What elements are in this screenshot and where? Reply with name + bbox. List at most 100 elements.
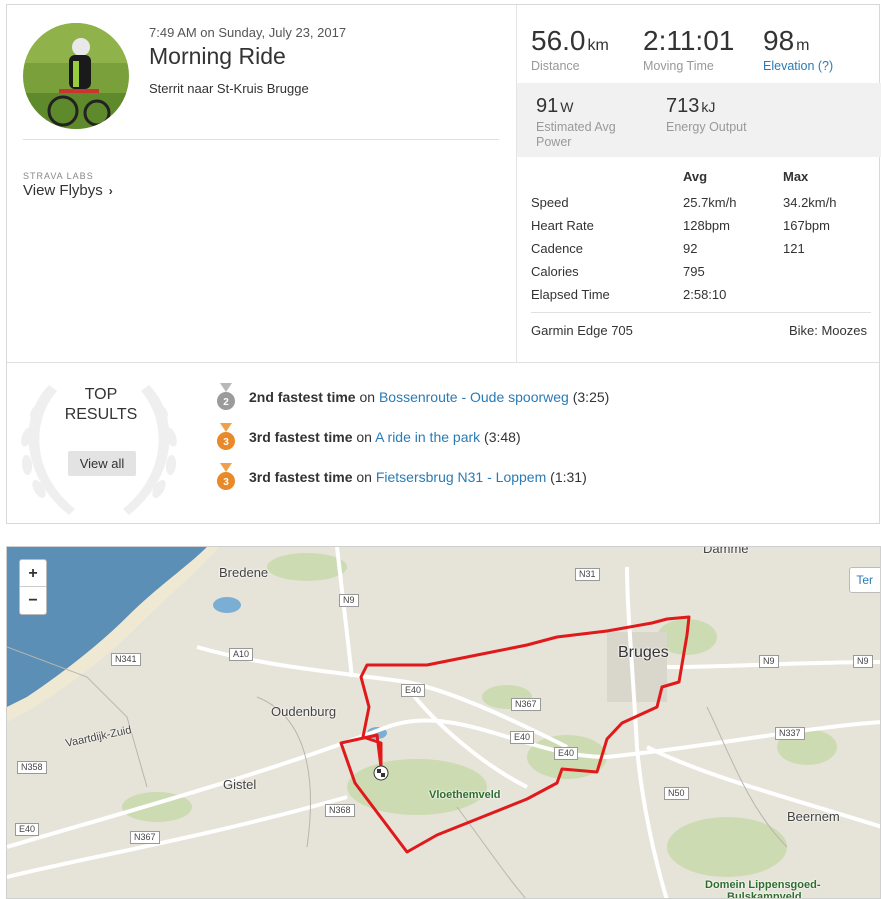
avg-header: Avg <box>683 169 708 184</box>
achievement-time: (3:25) <box>572 389 610 405</box>
elevation-help-link[interactable]: Elevation (?) <box>763 59 833 73</box>
stats-panel: 56.0 km Distance 2:11:01 Moving Time 98 m … <box>516 5 881 362</box>
achievement-rank: 3rd fastest time <box>249 469 353 485</box>
stats-row: Cadence 92 121 <box>517 241 881 261</box>
row-avg: 92 <box>683 241 698 256</box>
stat-label: Energy Output <box>666 120 747 134</box>
bike-name[interactable]: Bike: Moozes <box>789 323 867 338</box>
road-shield: N367 <box>130 831 160 844</box>
medal-number: 3 <box>223 437 229 448</box>
map-label-damme: Damme <box>703 546 749 556</box>
row-avg: 2:58:10 <box>683 287 727 302</box>
view-all-button[interactable]: View all <box>68 451 136 476</box>
stat-value: 91 <box>536 95 559 117</box>
secondary-stats: 91 W Estimated Avg Power 713 kJ Energy Out… <box>517 83 881 157</box>
achievement-on: on <box>359 389 376 405</box>
activity-panel: 7:49 AM on Sunday, July 23, 2017 Morning… <box>6 4 881 524</box>
stat-unit: W <box>560 99 574 115</box>
bronze-medal-icon: 3 <box>217 463 235 490</box>
map-label-gistel: Gistel <box>223 777 257 792</box>
road-shield: N341 <box>111 653 141 666</box>
road-shield: E40 <box>510 731 535 744</box>
view-flybys-link[interactable]: View Flybys › <box>23 182 113 199</box>
divider <box>531 312 871 313</box>
stat-distance: 56.0 km Distance <box>531 25 609 73</box>
activity-datetime: 7:49 AM on Sunday, July 23, 2017 <box>149 25 347 40</box>
row-max: 34.2km/h <box>783 195 837 210</box>
stats-row: Speed 25.7km/h 34.2km/h <box>517 195 881 215</box>
route-map[interactable]: Damme Bredene Oudenburg Gistel Bruges Be… <box>6 546 881 899</box>
row-max: 121 <box>783 241 805 256</box>
divider <box>23 139 499 140</box>
achievement-on: on <box>356 469 372 485</box>
max-header: Max <box>783 169 809 184</box>
row-avg: 795 <box>683 264 705 279</box>
bronze-medal-icon: 3 <box>217 423 235 450</box>
map-canvas[interactable] <box>7 547 881 899</box>
row-max: 167bpm <box>783 218 830 233</box>
stat-unit: kJ <box>701 99 716 115</box>
device-name: Garmin Edge 705 <box>531 323 633 338</box>
road-shield: N9 <box>339 594 359 607</box>
stat-power: 91 W Estimated Avg Power <box>536 95 646 150</box>
stat-energy: 713 kJ Energy Output <box>666 95 786 135</box>
stats-row: Heart Rate 128bpm 167bpm <box>517 218 881 238</box>
segment-link[interactable]: A ride in the park <box>375 429 480 445</box>
athlete-avatar[interactable] <box>23 23 129 129</box>
stat-value: 98 <box>763 25 795 56</box>
activity-title[interactable]: Morning Ride <box>149 43 286 70</box>
road-shield: E40 <box>554 747 579 760</box>
segment-link[interactable]: Bossenroute - Oude spoorweg <box>379 389 569 405</box>
row-label: Calories <box>531 264 579 279</box>
stat-value: 2:11:01 <box>643 25 735 56</box>
road-shield: E40 <box>401 684 426 697</box>
zoom-out-button[interactable]: − <box>20 587 46 614</box>
chevron-right-icon: › <box>108 184 113 198</box>
road-shield: N358 <box>17 761 47 774</box>
map-label-beernem: Beernem <box>787 809 840 824</box>
medal-number: 3 <box>223 477 229 488</box>
row-label: Elapsed Time <box>531 287 610 302</box>
road-shield: E40 <box>15 823 40 836</box>
stats-header-row: Avg Max <box>517 169 881 189</box>
map-label-domein: Domein Lippensgoed- <box>705 879 821 891</box>
row-avg: 25.7km/h <box>683 195 737 210</box>
row-label: Cadence <box>531 241 584 256</box>
stat-unit: m <box>796 37 810 54</box>
achievement-time: (1:31) <box>550 469 587 485</box>
map-label-bredene: Bredene <box>219 565 269 580</box>
stat-label: Distance <box>531 59 580 73</box>
segment-link[interactable]: Fietsersbrug N31 - Loppem <box>376 469 546 485</box>
stat-label: Estimated Avg Power <box>536 120 616 149</box>
map-label-domein-2: Bulskampveld <box>727 891 802 899</box>
road-shield: A10 <box>229 648 254 661</box>
top-results-title-line1: TOP <box>84 386 118 403</box>
achievement-rank: 2nd fastest time <box>249 389 356 405</box>
row-label: Speed <box>531 195 569 210</box>
strava-labs-label: STRAVA LABS <box>23 171 94 181</box>
top-results-title: TOP RESULTS <box>45 385 157 425</box>
map-label-vloethemveld: Vloethemveld <box>429 789 501 801</box>
map-label-bruges: Bruges <box>618 644 669 661</box>
road-shield: N367 <box>511 698 541 711</box>
silver-medal-icon: 2 <box>217 383 235 410</box>
zoom-in-button[interactable]: + <box>20 560 46 587</box>
stat-label: Moving Time <box>643 59 714 73</box>
divider <box>7 362 879 363</box>
road-shield: N50 <box>664 787 689 800</box>
stat-value: 56.0 <box>531 25 586 56</box>
road-shield: N368 <box>325 804 355 817</box>
top-results-title-line2: RESULTS <box>64 406 138 423</box>
map-label-oudenburg: Oudenburg <box>271 704 337 719</box>
road-shield: N31 <box>575 568 600 581</box>
road-shield: N9 <box>759 655 779 668</box>
achievement-on: on <box>356 429 372 445</box>
row-avg: 128bpm <box>683 218 730 233</box>
road-shield: N9 <box>853 655 873 668</box>
stat-moving-time: 2:11:01 Moving Time <box>643 25 736 73</box>
zoom-control: + − <box>19 559 47 615</box>
terrain-toggle-button[interactable]: Ter <box>849 567 880 593</box>
stat-unit: km <box>587 37 609 54</box>
road-shield: N337 <box>775 727 805 740</box>
medal-number: 2 <box>223 397 229 408</box>
